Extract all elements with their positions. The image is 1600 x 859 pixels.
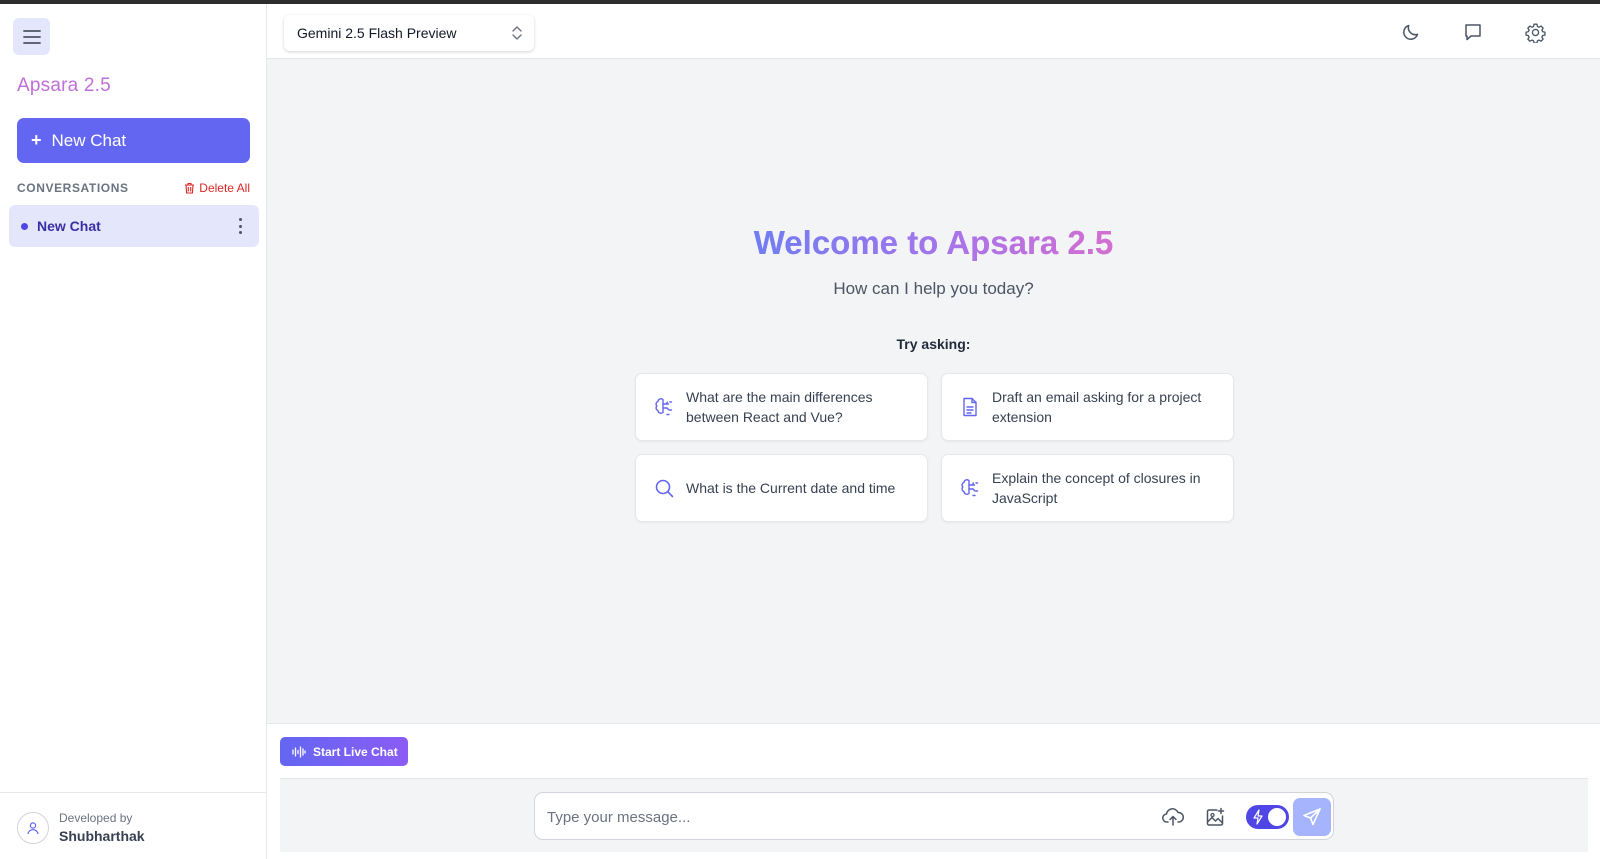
toggle-knob xyxy=(1268,808,1286,826)
trash-icon xyxy=(185,182,195,194)
suggestion-card[interactable]: Explain the concept of closures in JavaS… xyxy=(941,454,1234,522)
conversations-title: CONVERSATIONS xyxy=(17,181,129,195)
fast-mode-toggle[interactable] xyxy=(1246,805,1289,829)
model-select-value: Gemini 2.5 Flash Preview xyxy=(297,25,457,41)
delete-all-label: Delete All xyxy=(199,181,250,195)
suggestion-text: What are the main differences between Re… xyxy=(686,389,873,425)
user-icon xyxy=(27,822,39,835)
suggestion-text: Explain the concept of closures in JavaS… xyxy=(992,470,1201,506)
active-dot xyxy=(21,222,28,230)
suggestion-text: What is the Current date and time xyxy=(686,480,896,496)
main-area: Gemini 2.5 Flash Preview Welcome to Apsa… xyxy=(267,4,1600,859)
moon-icon[interactable] xyxy=(1398,19,1424,45)
model-select[interactable]: Gemini 2.5 Flash Preview xyxy=(284,15,534,51)
top-bar: Gemini 2.5 Flash Preview xyxy=(267,4,1600,59)
menu-toggle-button[interactable] xyxy=(13,18,50,55)
try-asking-label: Try asking: xyxy=(896,336,971,352)
waveform-icon xyxy=(292,745,306,758)
message-input-box xyxy=(534,792,1334,840)
send-button[interactable] xyxy=(1293,798,1331,836)
gear-icon[interactable] xyxy=(1522,19,1548,45)
new-chat-button[interactable]: + New Chat xyxy=(17,118,250,163)
document-icon xyxy=(963,397,977,417)
brain-icon xyxy=(961,479,979,497)
new-chat-label: New Chat xyxy=(51,130,127,150)
hamburger-icon xyxy=(22,29,41,44)
welcome-title-wrap: Welcome to Apsara 2.5 xyxy=(267,224,1600,262)
conversation-item[interactable]: New Chat xyxy=(9,205,259,247)
suggestion-card[interactable]: Draft an email asking for a project exte… xyxy=(941,373,1234,441)
start-live-chat-button[interactable]: Start Live Chat xyxy=(280,737,408,766)
send-icon xyxy=(1303,808,1321,826)
bolt-icon xyxy=(1253,809,1263,825)
sidebar: Apsara 2.5 + New Chat CONVERSATIONS Dele… xyxy=(0,4,267,859)
message-input[interactable] xyxy=(547,805,1137,829)
more-options-icon[interactable] xyxy=(235,217,245,235)
composer-area: Start Live Chat xyxy=(267,723,1600,859)
upload-cloud-icon[interactable] xyxy=(1161,805,1185,829)
suggestion-card[interactable]: What is the Current date and time xyxy=(635,454,928,522)
conversations-header: CONVERSATIONS Delete All xyxy=(17,181,250,195)
brain-icon xyxy=(655,398,673,416)
chat-bubble-icon[interactable] xyxy=(1460,19,1486,45)
input-wrapper xyxy=(280,778,1588,852)
delete-all-button[interactable]: Delete All xyxy=(184,181,250,195)
welcome-title: Welcome to Apsara 2.5 xyxy=(753,224,1114,261)
plus-icon: + xyxy=(31,130,42,150)
avatar xyxy=(17,812,49,844)
chevron-up-down-icon xyxy=(512,26,522,40)
search-icon xyxy=(655,479,674,498)
image-add-icon[interactable] xyxy=(1203,805,1227,829)
brand-title: Apsara 2.5 xyxy=(17,75,111,96)
suggestion-card[interactable]: What are the main differences between Re… xyxy=(635,373,928,441)
developer-name: Shubharthak xyxy=(59,828,145,844)
welcome-subtitle: How can I help you today? xyxy=(833,279,1034,298)
sidebar-footer: Developed by Shubharthak xyxy=(0,792,267,859)
suggestion-text: Draft an email asking for a project exte… xyxy=(992,389,1202,425)
conversation-label: New Chat xyxy=(37,218,101,234)
developed-by-label: Developed by xyxy=(59,811,133,825)
start-live-chat-label: Start Live Chat xyxy=(313,744,398,759)
